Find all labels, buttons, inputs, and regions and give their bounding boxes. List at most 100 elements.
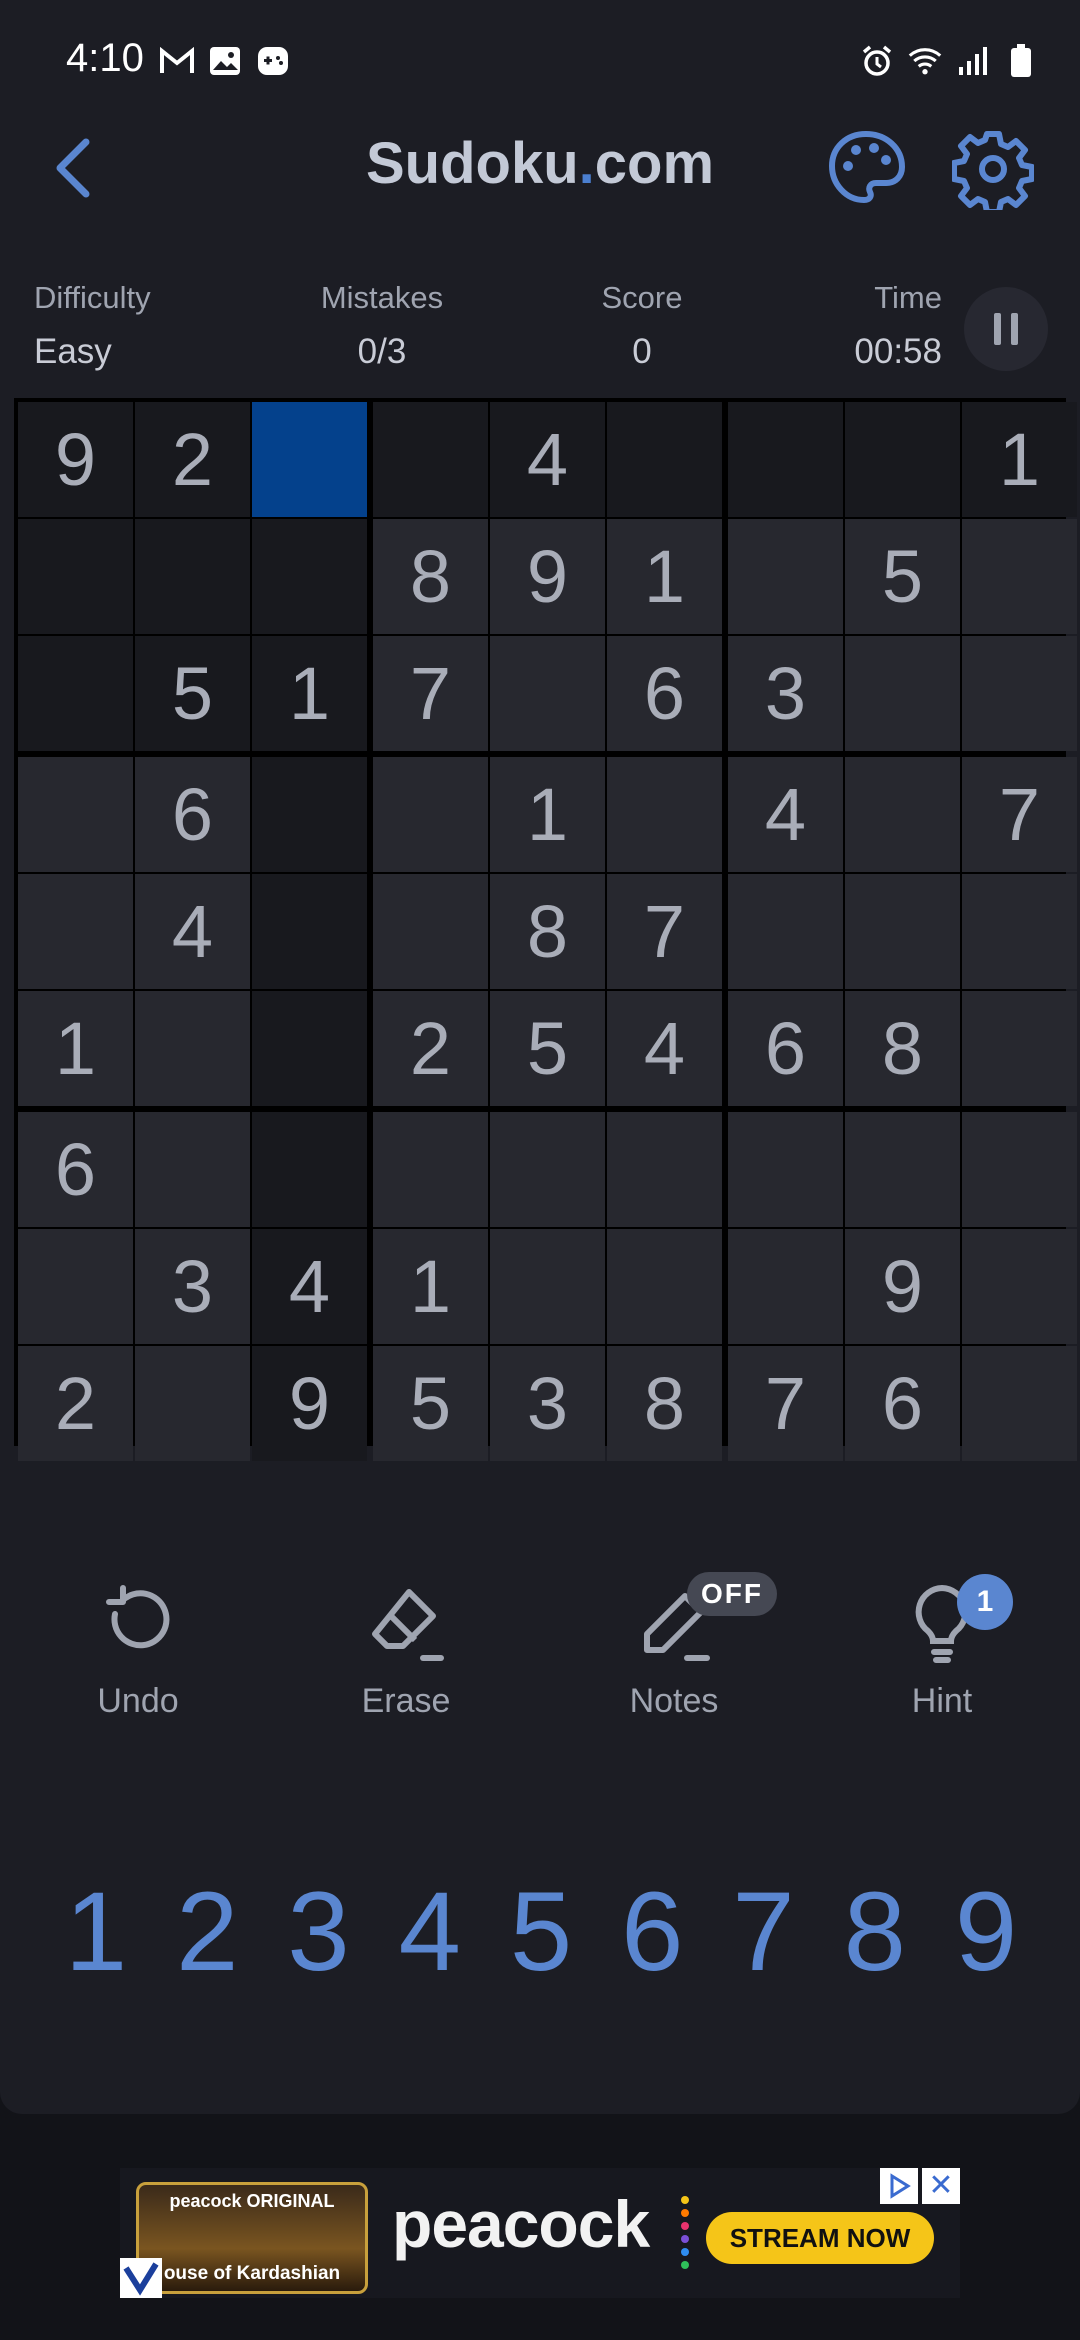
- grid-cell-r6-c1[interactable]: 1: [18, 991, 133, 1106]
- grid-cell-r6-c9[interactable]: [962, 991, 1077, 1106]
- grid-cell-r2-c2[interactable]: [135, 519, 250, 634]
- number-button-4[interactable]: 4: [380, 1862, 480, 2002]
- grid-cell-r3-c2[interactable]: 5: [135, 636, 250, 751]
- grid-cell-r9-c7[interactable]: 7: [728, 1346, 843, 1461]
- ad-banner[interactable]: peacock ORIGINAL ouse of Kardashian peac…: [120, 2168, 960, 2298]
- grid-cell-r7-c8[interactable]: [845, 1112, 960, 1227]
- grid-cell-r4-c2[interactable]: 6: [135, 757, 250, 872]
- number-button-9[interactable]: 9: [936, 1862, 1036, 2002]
- grid-cell-r7-c2[interactable]: [135, 1112, 250, 1227]
- grid-cell-r9-c6[interactable]: 8: [607, 1346, 722, 1461]
- grid-cell-r2-c9[interactable]: [962, 519, 1077, 634]
- grid-cell-r1-c6[interactable]: [607, 402, 722, 517]
- hint-button[interactable]: 1 Hint: [842, 1574, 1042, 1721]
- grid-cell-r7-c3[interactable]: [252, 1112, 367, 1227]
- ad-close-button[interactable]: ✕: [922, 2168, 960, 2204]
- grid-cell-r7-c5[interactable]: [490, 1112, 605, 1227]
- grid-cell-r9-c9[interactable]: [962, 1346, 1077, 1461]
- grid-cell-r7-c7[interactable]: [728, 1112, 843, 1227]
- grid-cell-r2-c8[interactable]: 5: [845, 519, 960, 634]
- grid-cell-r4-c9[interactable]: 7: [962, 757, 1077, 872]
- grid-cell-r9-c5[interactable]: 3: [490, 1346, 605, 1461]
- grid-cell-r6-c2[interactable]: [135, 991, 250, 1106]
- grid-cell-r8-c8[interactable]: 9: [845, 1229, 960, 1344]
- grid-cell-r9-c4[interactable]: 5: [373, 1346, 488, 1461]
- number-button-2[interactable]: 2: [157, 1862, 257, 2002]
- grid-cell-r3-c4[interactable]: 7: [373, 636, 488, 751]
- grid-cell-r8-c7[interactable]: [728, 1229, 843, 1344]
- grid-cell-r7-c9[interactable]: [962, 1112, 1077, 1227]
- grid-cell-r7-c4[interactable]: [373, 1112, 488, 1227]
- grid-cell-r5-c8[interactable]: [845, 874, 960, 989]
- adchoices-icon[interactable]: [880, 2168, 918, 2204]
- grid-cell-r4-c7[interactable]: 4: [728, 757, 843, 872]
- grid-cell-r1-c2[interactable]: 2: [135, 402, 250, 517]
- grid-cell-r8-c9[interactable]: [962, 1229, 1077, 1344]
- grid-cell-r6-c3[interactable]: [252, 991, 367, 1106]
- grid-cell-r9-c2[interactable]: [135, 1346, 250, 1461]
- grid-cell-r1-c4[interactable]: [373, 402, 488, 517]
- grid-cell-r2-c6[interactable]: 1: [607, 519, 722, 634]
- undo-button[interactable]: Undo: [38, 1578, 238, 1721]
- grid-cell-r7-c6[interactable]: [607, 1112, 722, 1227]
- grid-cell-r8-c6[interactable]: [607, 1229, 722, 1344]
- grid-cell-r5-c7[interactable]: [728, 874, 843, 989]
- grid-cell-r1-c1[interactable]: 9: [18, 402, 133, 517]
- grid-cell-r6-c7[interactable]: 6: [728, 991, 843, 1106]
- grid-cell-r6-c5[interactable]: 5: [490, 991, 605, 1106]
- grid-cell-r3-c6[interactable]: 6: [607, 636, 722, 751]
- grid-cell-r8-c1[interactable]: [18, 1229, 133, 1344]
- grid-cell-r2-c3[interactable]: [252, 519, 367, 634]
- grid-cell-r6-c8[interactable]: 8: [845, 991, 960, 1106]
- number-button-7[interactable]: 7: [714, 1862, 814, 2002]
- grid-cell-r1-c8[interactable]: [845, 402, 960, 517]
- grid-cell-r2-c7[interactable]: [728, 519, 843, 634]
- grid-cell-r2-c1[interactable]: [18, 519, 133, 634]
- grid-cell-r3-c8[interactable]: [845, 636, 960, 751]
- grid-cell-r7-c1[interactable]: 6: [18, 1112, 133, 1227]
- theme-button[interactable]: [826, 128, 906, 208]
- grid-cell-r4-c8[interactable]: [845, 757, 960, 872]
- number-button-6[interactable]: 6: [602, 1862, 702, 2002]
- grid-cell-r4-c6[interactable]: [607, 757, 722, 872]
- grid-cell-r8-c4[interactable]: 1: [373, 1229, 488, 1344]
- pause-button[interactable]: [964, 287, 1048, 371]
- number-button-1[interactable]: 1: [46, 1862, 146, 2002]
- grid-cell-r8-c3[interactable]: 4: [252, 1229, 367, 1344]
- grid-cell-r1-c3[interactable]: [252, 402, 367, 517]
- grid-cell-r8-c2[interactable]: 3: [135, 1229, 250, 1344]
- number-button-8[interactable]: 8: [825, 1862, 925, 2002]
- grid-cell-r3-c5[interactable]: [490, 636, 605, 751]
- grid-cell-r4-c3[interactable]: [252, 757, 367, 872]
- grid-cell-r8-c5[interactable]: [490, 1229, 605, 1344]
- grid-cell-r9-c1[interactable]: 2: [18, 1346, 133, 1461]
- number-button-5[interactable]: 5: [491, 1862, 591, 2002]
- settings-button[interactable]: [951, 128, 1035, 215]
- grid-cell-r5-c3[interactable]: [252, 874, 367, 989]
- grid-cell-r9-c8[interactable]: 6: [845, 1346, 960, 1461]
- grid-cell-r3-c3[interactable]: 1: [252, 636, 367, 751]
- grid-cell-r2-c5[interactable]: 9: [490, 519, 605, 634]
- grid-cell-r9-c3[interactable]: 9: [252, 1346, 367, 1461]
- number-button-3[interactable]: 3: [269, 1862, 369, 2002]
- grid-cell-r5-c9[interactable]: [962, 874, 1077, 989]
- ad-stream-now-button[interactable]: STREAM NOW: [706, 2212, 934, 2264]
- grid-cell-r1-c7[interactable]: [728, 402, 843, 517]
- grid-cell-r5-c2[interactable]: 4: [135, 874, 250, 989]
- erase-button[interactable]: Erase: [306, 1578, 506, 1721]
- grid-cell-r6-c4[interactable]: 2: [373, 991, 488, 1106]
- grid-cell-r2-c4[interactable]: 8: [373, 519, 488, 634]
- grid-cell-r3-c7[interactable]: 3: [728, 636, 843, 751]
- grid-cell-r4-c4[interactable]: [373, 757, 488, 872]
- grid-cell-r5-c1[interactable]: [18, 874, 133, 989]
- grid-cell-r5-c5[interactable]: 8: [490, 874, 605, 989]
- grid-cell-r3-c1[interactable]: [18, 636, 133, 751]
- grid-cell-r1-c5[interactable]: 4: [490, 402, 605, 517]
- grid-cell-r5-c6[interactable]: 7: [607, 874, 722, 989]
- grid-cell-r4-c1[interactable]: [18, 757, 133, 872]
- grid-cell-r5-c4[interactable]: [373, 874, 488, 989]
- grid-cell-r1-c9[interactable]: 1: [962, 402, 1077, 517]
- grid-cell-r6-c6[interactable]: 4: [607, 991, 722, 1106]
- grid-cell-r4-c5[interactable]: 1: [490, 757, 605, 872]
- grid-cell-r3-c9[interactable]: [962, 636, 1077, 751]
